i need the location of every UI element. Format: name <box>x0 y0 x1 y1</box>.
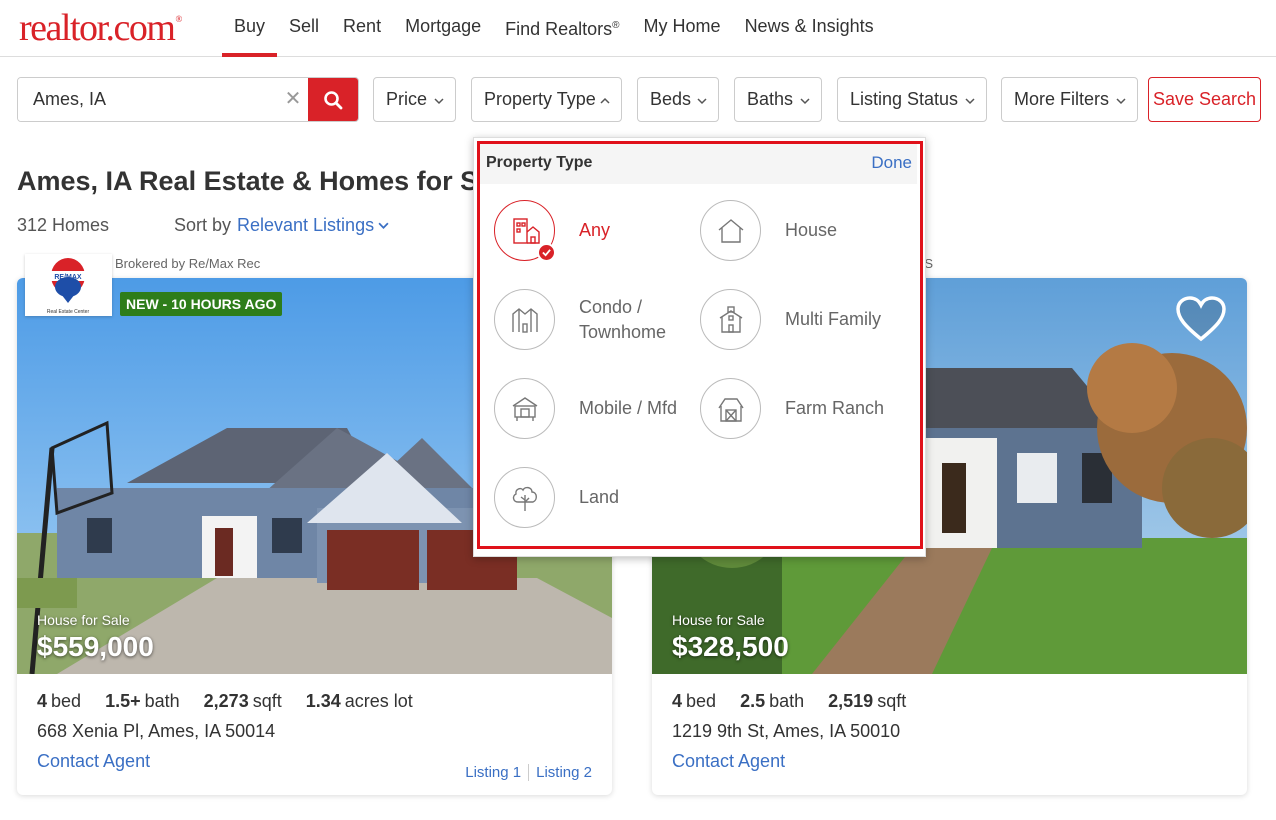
listing-status-filter-label: Listing Status <box>850 89 959 109</box>
heart-icon[interactable] <box>1175 296 1227 342</box>
sqft-spec: 2,273 sqft <box>204 691 282 712</box>
property-type-filter[interactable]: Property Type <box>471 77 622 122</box>
sort-label: Sort by <box>174 215 232 235</box>
logo-registered-mark: ® <box>175 14 182 24</box>
new-listing-badge: NEW - 10 HOURS AGO <box>120 292 283 316</box>
main-nav-links: Buy Sell Rent Mortgage Find Realtors® My… <box>222 0 886 57</box>
baths-spec: 2.5 bath <box>740 691 804 712</box>
svg-text:RE/MAX: RE/MAX <box>54 274 82 281</box>
search-input[interactable] <box>18 78 268 121</box>
beds-spec: 4 bed <box>672 691 716 712</box>
sort-dropdown[interactable]: Relevant Listings <box>237 215 389 236</box>
beds-spec: 4 bed <box>37 691 81 712</box>
baths-spec: 1.5+ bath <box>105 691 180 712</box>
nav-find-realtors[interactable]: Find Realtors® <box>493 0 631 56</box>
location-search: ✕ <box>17 77 359 122</box>
results-count: 312 Homes <box>17 215 110 235</box>
listing-1-link[interactable]: Listing 1 <box>465 764 521 781</box>
highlight-frame <box>477 141 923 549</box>
beds-filter[interactable]: Beds <box>637 77 719 122</box>
nav-news-insights[interactable]: News & Insights <box>733 0 886 56</box>
page-title: Ames, IA Real Estate & Homes for Sa <box>17 166 494 196</box>
sqft-unit: sqft <box>877 691 907 711</box>
beds-value: 4 <box>37 691 48 711</box>
baths-filter-label: Baths <box>747 89 794 109</box>
beds-value: 4 <box>672 691 683 711</box>
listing-price: $328,500 <box>672 631 789 662</box>
listing-specs: 4 bed 1.5+ bath 2,273 sqft 1.34 acres lot <box>37 691 413 712</box>
listing-status-filter[interactable]: Listing Status <box>837 77 987 122</box>
beds-unit: bed <box>686 691 717 711</box>
sqft-spec: 2,519 sqft <box>828 691 906 712</box>
baths-value: 2.5 <box>740 691 766 711</box>
chevron-down-icon <box>697 98 707 105</box>
close-icon[interactable]: ✕ <box>276 78 310 121</box>
baths-value: 1.5+ <box>105 691 141 711</box>
broker-label: Brokered by Re/Max Rec <box>115 256 261 271</box>
contact-agent-link[interactable]: Contact Agent <box>672 751 785 772</box>
baths-unit: bath <box>769 691 805 711</box>
property-type-dropdown: Property Type Done Any House Condo / Tow… <box>473 137 926 557</box>
contact-agent-link[interactable]: Contact Agent <box>37 751 150 772</box>
svg-text:Real Estate Center: Real Estate Center <box>47 309 90 315</box>
baths-filter[interactable]: Baths <box>734 77 822 122</box>
listing-2-link[interactable]: Listing 2 <box>536 764 592 781</box>
sqft-value: 2,519 <box>828 691 874 711</box>
nav-sell[interactable]: Sell <box>277 0 331 56</box>
registered-mark: ® <box>612 20 620 31</box>
price-filter[interactable]: Price <box>373 77 456 122</box>
nav-buy[interactable]: Buy <box>222 0 278 57</box>
lot-unit: acres lot <box>344 691 413 711</box>
sort-value: Relevant Listings <box>237 215 375 235</box>
price-filter-label: Price <box>386 89 428 109</box>
beds-unit: bed <box>51 691 82 711</box>
listing-type: House for Sale <box>672 612 765 628</box>
nav-find-realtors-label: Find Realtors <box>505 19 613 39</box>
logo-text: realtor.com <box>19 7 176 49</box>
listing-address[interactable]: 668 Xenia Pl, Ames, IA 50014 <box>37 721 275 742</box>
chevron-down-icon <box>800 98 810 105</box>
nav-rent[interactable]: Rent <box>331 0 393 56</box>
baths-unit: bath <box>144 691 180 711</box>
realtor-logo[interactable]: realtor.com® <box>19 6 182 50</box>
sqft-value: 2,273 <box>203 691 249 711</box>
nav-mortgage[interactable]: Mortgage <box>393 0 493 56</box>
property-type-filter-label: Property Type <box>484 89 596 109</box>
chevron-down-icon <box>434 98 444 105</box>
more-filters[interactable]: More Filters <box>1001 77 1138 122</box>
sqft-unit: sqft <box>252 691 282 711</box>
broker-logo: RE/MAX Real Estate Center <box>25 254 112 316</box>
search-button[interactable] <box>308 78 358 121</box>
divider <box>528 764 530 781</box>
nav-my-home[interactable]: My Home <box>632 0 733 56</box>
chevron-down-icon <box>965 98 975 105</box>
top-navigation: realtor.com® Buy Sell Rent Mortgage Find… <box>0 0 1276 57</box>
listing-address[interactable]: 1219 9th St, Ames, IA 50010 <box>672 721 900 742</box>
beds-filter-label: Beds <box>650 89 692 109</box>
listing-links: Listing 1 Listing 2 <box>465 764 592 781</box>
listing-type: House for Sale <box>37 612 130 628</box>
chevron-up-icon <box>600 97 610 104</box>
search-icon <box>324 90 343 109</box>
chevron-down-icon <box>378 222 389 229</box>
save-search-button[interactable]: Save Search <box>1148 77 1261 122</box>
lot-spec: 1.34 acres lot <box>306 691 413 712</box>
more-filters-label: More Filters <box>1014 89 1110 109</box>
chevron-down-icon <box>1116 98 1126 105</box>
listing-price: $559,000 <box>37 631 154 662</box>
lot-value: 1.34 <box>305 691 341 711</box>
listing-specs: 4 bed 2.5 bath 2,519 sqft <box>672 691 906 712</box>
